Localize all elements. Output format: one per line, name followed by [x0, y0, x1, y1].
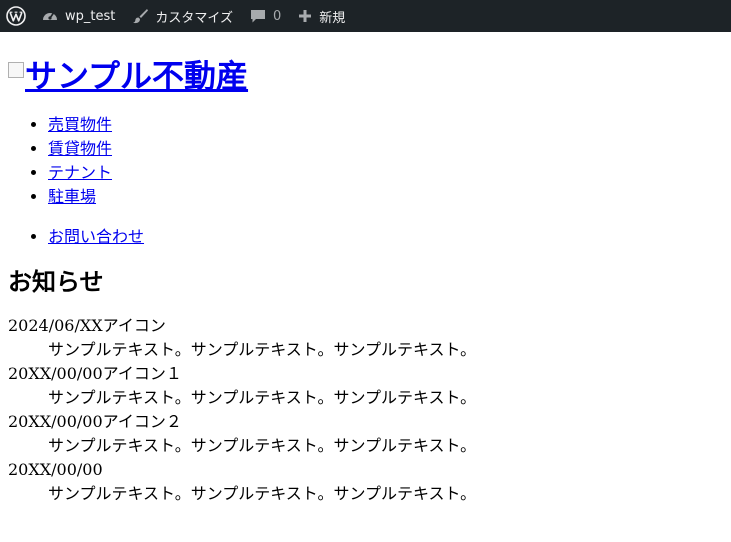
wordpress-logo-icon [6, 6, 26, 26]
dashboard-gauge-icon [41, 7, 59, 25]
main-nav: 売買物件 賃貸物件 テナント 駐車場 [8, 113, 723, 209]
nav-link-parking[interactable]: 駐車場 [48, 187, 96, 206]
nav-item: お問い合わせ [48, 225, 723, 249]
nav-item: 駐車場 [48, 185, 723, 209]
news-date-row: 20XX/00/00 [8, 458, 723, 482]
news-date: 2024/06/XX [8, 316, 103, 335]
paintbrush-icon [131, 7, 149, 25]
nav-item: 売買物件 [48, 113, 723, 137]
wordpress-logo-menu[interactable] [0, 0, 33, 32]
nav-link-tenant[interactable]: テナント [48, 163, 112, 182]
nav-link-rental[interactable]: 賃貸物件 [48, 139, 112, 158]
site-title-link[interactable]: サンプル不動産 [8, 55, 248, 97]
plus-icon [297, 8, 313, 24]
news-text: サンプルテキスト。サンプルテキスト。サンプルテキスト。 [48, 340, 477, 359]
site-name-label: wp_test [65, 8, 116, 24]
news-date: 20XX/00/00 [8, 364, 103, 383]
site-title-text: サンプル不動産 [25, 57, 249, 95]
news-icon-label: アイコン１ [102, 364, 182, 383]
news-date-row: 20XX/00/00アイコン２ [8, 410, 723, 434]
comments-menu[interactable]: 0 [241, 0, 289, 32]
nav-link-sales[interactable]: 売買物件 [48, 115, 112, 134]
page-content: サンプル不動産 売買物件 賃貸物件 テナント 駐車場 お問い合わせ お知らせ 2… [0, 32, 731, 506]
news-list: 2024/06/XXアイコン サンプルテキスト。サンプルテキスト。サンプルテキス… [8, 314, 723, 506]
site-name-menu[interactable]: wp_test [33, 0, 123, 32]
news-text: サンプルテキスト。サンプルテキスト。サンプルテキスト。 [48, 388, 477, 407]
news-heading: お知らせ [8, 267, 104, 296]
broken-image-icon [8, 62, 24, 78]
news-icon-label: アイコン２ [102, 412, 182, 431]
nav-link-contact[interactable]: お問い合わせ [48, 227, 144, 246]
site-title: サンプル不動産 [8, 55, 723, 97]
comment-bubble-icon [249, 7, 267, 25]
news-text: サンプルテキスト。サンプルテキスト。サンプルテキスト。 [48, 484, 477, 503]
news-date: 20XX/00/00 [8, 412, 103, 431]
news-date: 20XX/00/00 [8, 460, 103, 479]
news-date-row: 2024/06/XXアイコン [8, 314, 723, 338]
customize-menu[interactable]: カスタマイズ [123, 0, 241, 32]
new-label: 新規 [319, 10, 346, 26]
news-date-row: 20XX/00/00アイコン１ [8, 362, 723, 386]
customize-label: カスタマイズ [155, 10, 233, 26]
nav-item: テナント [48, 161, 723, 185]
news-text: サンプルテキスト。サンプルテキスト。サンプルテキスト。 [48, 436, 477, 455]
nav-item: 賃貸物件 [48, 137, 723, 161]
news-icon-label: アイコン [102, 316, 166, 335]
comments-count: 0 [272, 8, 282, 24]
wp-admin-bar: wp_test カスタマイズ 0 新規 [0, 0, 731, 32]
contact-nav: お問い合わせ [8, 225, 723, 249]
new-content-menu[interactable]: 新規 [289, 0, 353, 32]
